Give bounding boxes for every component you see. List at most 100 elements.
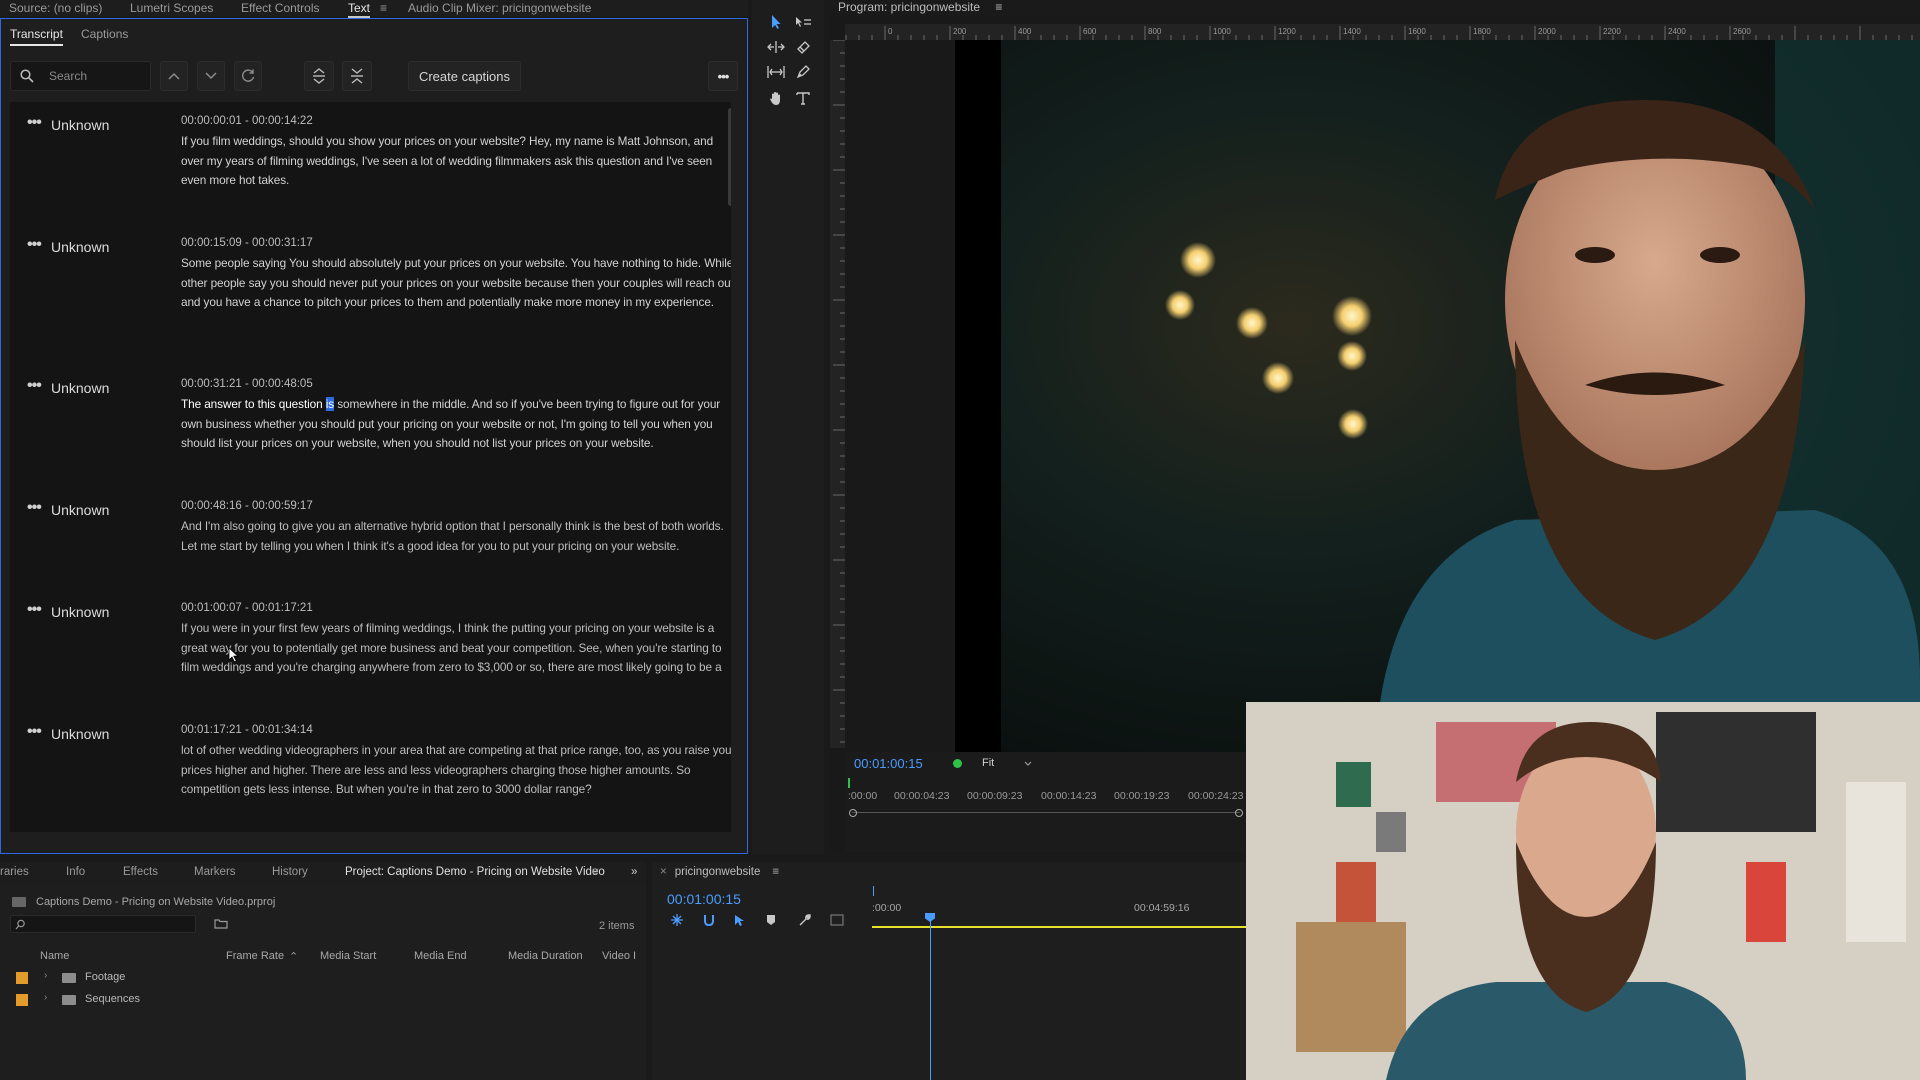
nest-icon[interactable] — [670, 913, 684, 927]
chevron-right-icon[interactable]: › — [44, 992, 47, 1003]
segment-text[interactable]: If you were in your first few years of f… — [181, 619, 731, 678]
label-color-swatch[interactable] — [16, 994, 28, 1006]
tab-history[interactable]: History — [272, 866, 308, 878]
speaker-label[interactable]: Unknown — [51, 502, 109, 518]
segment-menu-icon[interactable]: ••• — [27, 724, 42, 740]
tab-audio-clip-mixer[interactable]: Audio Clip Mixer: pricingonwebsite — [408, 1, 591, 15]
segment-menu-icon[interactable]: ••• — [27, 115, 42, 131]
segment-text[interactable]: The answer to this question is somewhere… — [181, 395, 731, 454]
selection-tool[interactable] — [765, 11, 787, 33]
speaker-label[interactable]: Unknown — [51, 239, 109, 255]
speaker-label[interactable]: Unknown — [51, 726, 109, 742]
playhead-line[interactable] — [930, 921, 931, 1080]
ruler-vertical[interactable] — [830, 40, 845, 748]
tab-markers[interactable]: Markers — [194, 866, 236, 878]
previous-result-button[interactable] — [160, 61, 188, 91]
project-row-footage[interactable]: › Footage — [10, 967, 634, 987]
sequence-name: pricingonwebsite — [674, 866, 761, 878]
segment-text[interactable]: Some people saying You should absolutely… — [181, 254, 731, 313]
tab-transcript[interactable]: Transcript — [10, 27, 63, 46]
slip-tool[interactable] — [765, 61, 787, 83]
tab-lumetri-scopes[interactable]: Lumetri Scopes — [130, 1, 213, 15]
tab-effect-controls[interactable]: Effect Controls — [241, 1, 319, 15]
folder-icon — [214, 919, 228, 929]
segment-menu-icon[interactable]: ••• — [27, 237, 42, 253]
close-icon[interactable]: × — [660, 866, 667, 878]
zoom-handle-left[interactable] — [849, 809, 857, 817]
linked-selection-icon[interactable] — [733, 913, 747, 927]
project-search-input[interactable] — [10, 915, 196, 933]
tab-text[interactable]: Text — [348, 1, 371, 18]
playhead-marker[interactable] — [848, 778, 850, 788]
ripple-edit-tool[interactable] — [765, 36, 787, 58]
segment-text[interactable]: And I'm also going to give you an altern… — [181, 517, 731, 556]
project-menu-icon[interactable]: ≡ — [592, 866, 599, 878]
in-point-marker[interactable] — [873, 886, 874, 896]
program-title-text: Program: pricingonwebsite — [838, 0, 981, 14]
bin-name[interactable]: Sequences — [85, 993, 140, 1005]
chevron-right-icon[interactable]: › — [44, 970, 47, 981]
column-media-start[interactable]: Media Start — [320, 950, 376, 962]
time-label: 00:00:09:23 — [967, 790, 1023, 802]
ruler-label: :00:00 — [872, 902, 902, 914]
zoom-handle-right[interactable] — [1235, 809, 1243, 817]
type-tool[interactable] — [792, 87, 814, 109]
current-word-highlight[interactable]: is — [325, 397, 334, 411]
captions-icon[interactable] — [830, 914, 844, 926]
column-media-end[interactable]: Media End — [414, 950, 467, 962]
ruler-horizontal[interactable]: 0 200 400 600 800 1000 1200 1400 1600 1800 2000 220… — [845, 24, 1920, 40]
program-timecode[interactable]: 00:01:00:15 — [854, 756, 923, 771]
speaker-label[interactable]: Unknown — [51, 380, 109, 396]
sort-ascending-icon[interactable]: ⌃ — [289, 950, 298, 963]
segment-text[interactable]: If you film weddings, should you show yo… — [181, 132, 731, 191]
column-name[interactable]: Name — [40, 950, 69, 962]
tab-effects[interactable]: Effects — [123, 866, 158, 878]
marker-icon[interactable] — [766, 914, 776, 926]
snap-icon[interactable] — [702, 913, 716, 927]
hand-tool[interactable] — [765, 87, 787, 109]
segment-menu-icon[interactable]: ••• — [27, 500, 42, 516]
project-panel-tabs: raries Info Effects Markers History Proj… — [0, 862, 646, 884]
tab-project[interactable]: Project: Captions Demo - Pricing on Webs… — [345, 866, 605, 878]
search-input[interactable]: Search — [10, 61, 151, 91]
create-captions-button[interactable]: Create captions — [408, 61, 521, 91]
tab-menu-icon[interactable]: ≡ — [380, 1, 387, 15]
wrench-icon[interactable] — [798, 913, 812, 927]
speaker-label[interactable]: Unknown — [51, 117, 109, 133]
program-video-frame[interactable] — [955, 40, 1920, 752]
tools-panel — [752, 0, 824, 854]
picture-in-picture-video[interactable] — [1246, 702, 1920, 1080]
more-tabs-icon[interactable]: » — [631, 866, 637, 878]
column-media-duration[interactable]: Media Duration — [508, 950, 583, 962]
new-bin-button[interactable] — [214, 918, 228, 929]
tab-info[interactable]: Info — [66, 866, 85, 878]
track-select-tool[interactable] — [792, 11, 814, 33]
column-video-info[interactable]: Video I — [602, 950, 636, 962]
tab-captions[interactable]: Captions — [81, 27, 128, 41]
zoom-scroll-bar[interactable] — [852, 812, 1240, 813]
pen-tool[interactable] — [792, 61, 814, 83]
collapse-segments-button[interactable] — [342, 61, 372, 91]
segment-text[interactable]: lot of other wedding videographers in yo… — [181, 741, 731, 800]
timeline-ruler[interactable]: :00:00 00:04:59:16 — [872, 896, 1246, 926]
column-frame-rate[interactable]: Frame Rate — [226, 950, 284, 962]
timeline-menu-icon[interactable]: ≡ — [772, 866, 779, 878]
label-color-swatch[interactable] — [16, 972, 28, 984]
timeline-tab[interactable]: × pricingonwebsite ≡ — [660, 866, 779, 878]
work-area-bar[interactable] — [872, 926, 1246, 928]
bin-name[interactable]: Footage — [85, 971, 125, 983]
zoom-fit-select[interactable]: Fit — [982, 757, 1037, 773]
tab-libraries[interactable]: raries — [0, 866, 29, 878]
expand-segments-button[interactable] — [304, 61, 334, 91]
razor-tool[interactable] — [792, 36, 814, 58]
timeline-timecode[interactable]: 00:01:00:15 — [667, 891, 741, 907]
segment-menu-icon[interactable]: ••• — [27, 602, 42, 618]
speaker-label[interactable]: Unknown — [51, 604, 109, 620]
next-result-button[interactable] — [197, 61, 225, 91]
segment-menu-icon[interactable]: ••• — [27, 378, 42, 394]
replace-button[interactable] — [234, 61, 262, 91]
tab-source[interactable]: Source: (no clips) — [9, 1, 102, 15]
program-menu-icon[interactable]: ≡ — [995, 0, 1002, 14]
project-row-sequences[interactable]: › Sequences — [10, 989, 634, 1009]
more-options-button[interactable]: ••• — [708, 61, 738, 91]
